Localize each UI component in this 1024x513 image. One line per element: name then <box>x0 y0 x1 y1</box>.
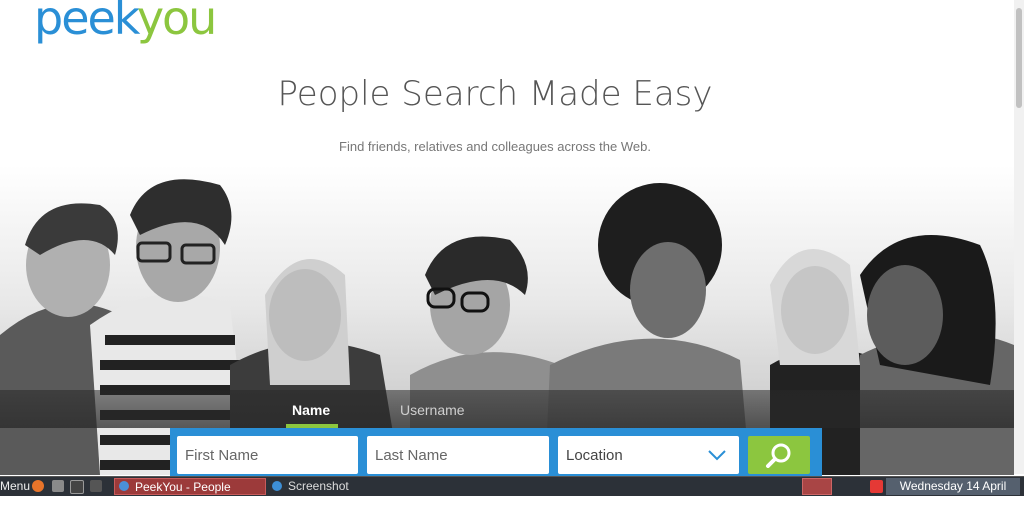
peekyou-logo[interactable]: peekyou <box>34 0 218 46</box>
location-select-label: Location <box>566 447 623 464</box>
search-form: Location <box>170 428 822 476</box>
tab-username[interactable]: Username <box>400 402 465 418</box>
taskbar-task-peekyou[interactable]: PeekYou - People Sear... <box>114 478 266 511</box>
location-select[interactable]: Location <box>558 436 739 474</box>
search-button[interactable] <box>748 436 810 474</box>
search-icon <box>766 443 791 468</box>
scrollbar-thumb[interactable] <box>1016 8 1022 108</box>
tray-alert-icon[interactable] <box>870 480 883 493</box>
os-taskbar: Menu PeekYou - People Sear... Screenshot… <box>0 476 1024 511</box>
terminal-icon[interactable] <box>70 480 84 494</box>
search-tabbar: Name Username <box>0 390 1014 428</box>
firefox-icon[interactable] <box>32 480 44 492</box>
chevron-down-icon <box>708 450 726 461</box>
first-name-input[interactable] <box>177 436 358 474</box>
taskbar-clock[interactable]: Wednesday 14 April 2021 <box>886 478 1020 510</box>
tray-chrome-icon[interactable] <box>802 478 832 495</box>
logo-you-text: you <box>136 0 218 45</box>
page-subheadline: Find friends, relatives and colleagues a… <box>339 139 651 154</box>
logo-peek-text: peek <box>34 0 139 45</box>
last-name-input[interactable] <box>367 436 549 474</box>
start-menu-button[interactable]: Menu <box>0 478 30 495</box>
app-icon[interactable] <box>90 480 102 492</box>
files-icon[interactable] <box>52 480 64 492</box>
tab-name[interactable]: Name <box>292 402 330 418</box>
page-headline: People Search Made Easy <box>277 74 713 114</box>
page-scrollbar[interactable] <box>1014 0 1024 474</box>
screenshot-icon <box>272 481 282 491</box>
task-label: Screenshot <box>288 479 349 493</box>
chrome-icon <box>119 481 129 491</box>
